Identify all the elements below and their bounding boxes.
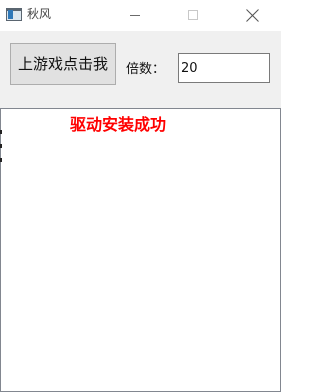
- status-message: 驱动安装成功: [70, 115, 167, 134]
- multiplier-label: 倍数：: [126, 62, 166, 77]
- maximize-icon: [188, 10, 198, 20]
- start-game-button[interactable]: 上游戏点击我: [10, 43, 116, 85]
- close-icon: [246, 9, 259, 22]
- app-icon: [6, 8, 22, 21]
- multiplier-input[interactable]: [178, 53, 270, 83]
- window-title: 秋风: [27, 7, 52, 21]
- minimize-icon: [130, 15, 140, 16]
- app-window: 秋风 上游戏点击我 倍数： 驱动安装成功: [0, 0, 281, 392]
- close-button[interactable]: [230, 0, 276, 31]
- minimize-button[interactable]: [111, 0, 157, 31]
- output-area[interactable]: 驱动安装成功: [0, 108, 281, 392]
- edge-marks: [0, 130, 2, 164]
- title-bar[interactable]: 秋风: [0, 0, 281, 31]
- maximize-button[interactable]: [168, 0, 214, 31]
